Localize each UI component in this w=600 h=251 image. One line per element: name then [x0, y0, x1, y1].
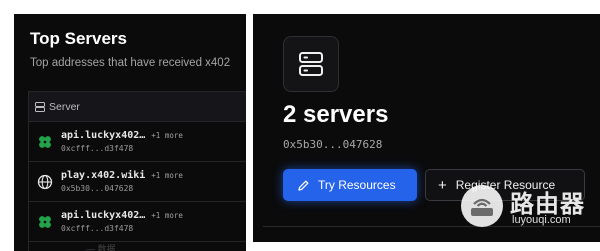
column-header-server[interactable]: Server: [49, 101, 80, 113]
table-row[interactable]: api.luckyx402… +1 more 0xcfff...d3f478: [29, 122, 246, 162]
table-row[interactable]: play.x402.wiki +1 more 0x5b30...047628: [29, 162, 246, 202]
try-resources-button[interactable]: Try Resources: [283, 169, 417, 201]
clover-icon: [39, 215, 51, 228]
server-host[interactable]: play.x402.wiki: [61, 170, 145, 181]
table-row[interactable]: api.luckyx402… +1 more 0xcfff...d3f478: [29, 202, 246, 242]
more-badge[interactable]: +1 more: [151, 171, 183, 180]
clover-icon: [39, 135, 51, 148]
more-badge[interactable]: +1 more: [151, 131, 183, 140]
server-host[interactable]: api.luckyx402…: [61, 210, 145, 221]
top-servers-panel: Top Servers Top addresses that have rece…: [14, 14, 246, 251]
pencil-icon: [298, 180, 309, 191]
server-host[interactable]: api.luckyx402…: [61, 130, 145, 141]
server-icon: [35, 101, 45, 112]
server-address: 0xcfff...d3f478: [61, 224, 134, 233]
servers-table: Server api.luckyx402… +1 more 0xcfff...d…: [28, 91, 246, 251]
watermark-logo: 路由器 luyouqi.com: [460, 184, 598, 232]
try-resources-label: Try Resources: [318, 178, 396, 192]
more-badge[interactable]: +1 more: [151, 211, 183, 220]
panel-title: Top Servers: [30, 29, 128, 48]
table-header: Server: [29, 92, 246, 122]
globe-icon: [37, 174, 53, 189]
server-icon-box: [283, 36, 339, 92]
server-stack-icon: [299, 52, 323, 76]
server-address: 0x5b30...047628: [283, 138, 383, 151]
server-address: 0xcfff...d3f478: [61, 144, 134, 153]
server-address: 0x5b30...047628: [61, 184, 134, 193]
plus-icon: +: [438, 176, 447, 194]
panel-subtitle: Top addresses that have received x402: [30, 57, 231, 69]
router-icon: [461, 185, 503, 227]
server-count-title: 2 servers: [283, 101, 389, 128]
bottom-caption-fragment: — 数据: [86, 244, 116, 251]
watermark-domain: luyouqi.com: [512, 214, 571, 226]
